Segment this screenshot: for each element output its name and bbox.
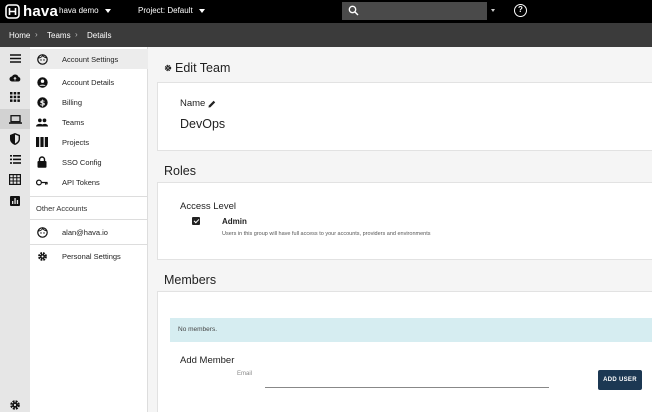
rail-reports[interactable] — [0, 191, 30, 211]
sidebar-divider — [30, 196, 148, 197]
list-icon — [9, 154, 21, 164]
settings-icon — [10, 400, 20, 410]
name-label-row: Name — [180, 98, 216, 109]
search-input[interactable] — [362, 4, 482, 18]
sidebar-header-label: Account Settings — [62, 54, 119, 64]
sidebar-item-teams[interactable]: Teams — [30, 112, 148, 132]
sidebar-item-personal-settings[interactable]: Personal Settings — [30, 246, 148, 266]
grid-icon — [10, 92, 20, 102]
rail-list[interactable] — [0, 149, 30, 169]
people-icon — [36, 116, 48, 128]
shield-icon — [10, 133, 20, 145]
chart-icon — [10, 196, 20, 206]
admin-checkbox[interactable] — [192, 217, 200, 225]
email-field-label: Email — [237, 371, 253, 377]
no-members-notice: No members. — [170, 318, 652, 342]
project-dropdown[interactable]: Project: Default — [138, 6, 205, 15]
add-member-title: Add Member — [180, 355, 235, 366]
sidebar-item-label: Account Details — [62, 77, 115, 87]
breadcrumb-home[interactable]: Home — [9, 31, 30, 40]
rail-grid[interactable] — [0, 87, 30, 107]
team-name-card: Name DevOps — [157, 82, 652, 151]
chevron-down-icon — [198, 8, 205, 13]
search-icon — [348, 5, 359, 16]
sidebar-item-label: Personal Settings — [62, 251, 121, 261]
add-user-button[interactable]: ADD USER — [598, 370, 642, 390]
svg-text:$: $ — [39, 98, 45, 107]
breadcrumb-details: Details — [87, 31, 112, 40]
gear-icon — [36, 250, 48, 262]
team-name-value[interactable]: DevOps — [180, 117, 225, 131]
sidebar-item-label: SSO Config — [62, 157, 102, 167]
sidebar-divider — [30, 244, 148, 245]
sidebar-item-label: Billing — [62, 97, 83, 107]
section-title: Other Accounts — [36, 203, 88, 213]
roles-title: Roles — [164, 164, 196, 178]
key-icon — [36, 176, 48, 188]
logo-text: hava — [23, 3, 58, 20]
account-dropdown-label: hava demo — [59, 6, 99, 15]
face-icon — [36, 53, 48, 65]
breadcrumb-teams[interactable]: Teams — [47, 31, 71, 40]
page-title: Edit Team — [164, 61, 230, 75]
rail-cloud[interactable] — [0, 67, 30, 87]
admin-role-description: Users in this group will have full acces… — [222, 231, 431, 237]
sidebar-item-projects[interactable]: Projects — [30, 132, 148, 152]
pencil-icon[interactable] — [208, 100, 216, 108]
breadcrumb-separator: › — [75, 30, 78, 39]
sidebar-item-other-account[interactable]: alan@hava.io — [30, 222, 148, 242]
face-icon — [36, 226, 48, 238]
project-dropdown-label: Project: Default — [138, 6, 193, 15]
admin-role-label: Admin — [222, 217, 247, 226]
settings-sidebar: Account Settings Account Details $ Billi… — [30, 47, 148, 412]
lock-icon — [36, 156, 48, 168]
cloud-icon — [9, 74, 21, 81]
members-card — [157, 291, 652, 412]
laptop-icon — [8, 114, 22, 124]
top-navigation-bar: hava hava demo Project: Default ? — [0, 0, 652, 23]
access-level-label: Access Level — [180, 201, 236, 212]
help-icon[interactable]: ? — [514, 4, 527, 17]
icon-rail — [0, 47, 30, 412]
search-options-caret-icon[interactable] — [491, 9, 495, 12]
search-box[interactable] — [342, 2, 487, 20]
sidebar-item-sso-config[interactable]: SSO Config — [30, 152, 148, 172]
name-label: Name — [180, 98, 206, 109]
sidebar-item-label: Teams — [62, 117, 85, 127]
hava-logo-icon — [5, 4, 20, 19]
sidebar-header-account-settings[interactable]: Account Settings — [30, 49, 148, 69]
email-field[interactable] — [265, 374, 549, 386]
rail-menu[interactable] — [0, 48, 30, 68]
gear-icon — [164, 64, 172, 72]
hava-logo[interactable]: hava — [5, 4, 58, 19]
menu-icon — [9, 53, 21, 63]
user-circle-icon — [36, 76, 48, 88]
rail-settings[interactable] — [0, 395, 30, 412]
table-icon — [9, 173, 21, 185]
sidebar-item-label: alan@hava.io — [62, 227, 108, 237]
members-title: Members — [164, 273, 217, 287]
rail-security[interactable] — [0, 129, 30, 149]
chevron-down-icon — [104, 8, 111, 13]
main-content: Edit Team Name DevOps Roles Access Level… — [148, 47, 652, 412]
dollar-icon: $ — [36, 96, 48, 108]
sidebar-item-billing[interactable]: $ Billing — [30, 92, 148, 112]
sidebar-item-api-tokens[interactable]: API Tokens — [30, 172, 148, 192]
sidebar-divider — [30, 219, 148, 220]
rail-table[interactable] — [0, 169, 30, 189]
account-dropdown[interactable]: hava demo — [59, 6, 111, 15]
roles-card: Access Level Admin Users in this group w… — [157, 182, 652, 260]
breadcrumb: Home › Teams › Details — [0, 23, 652, 47]
sidebar-item-label: API Tokens — [62, 177, 100, 187]
columns-icon — [36, 136, 48, 148]
sidebar-item-label: Projects — [62, 137, 90, 147]
email-field-underline — [265, 387, 549, 388]
sidebar-section-other-accounts: Other Accounts — [30, 198, 148, 218]
breadcrumb-separator: › — [35, 30, 38, 39]
sidebar-item-account-details[interactable]: Account Details — [30, 72, 148, 92]
page-title-text: Edit Team — [175, 61, 231, 75]
rail-laptop[interactable] — [0, 109, 30, 129]
